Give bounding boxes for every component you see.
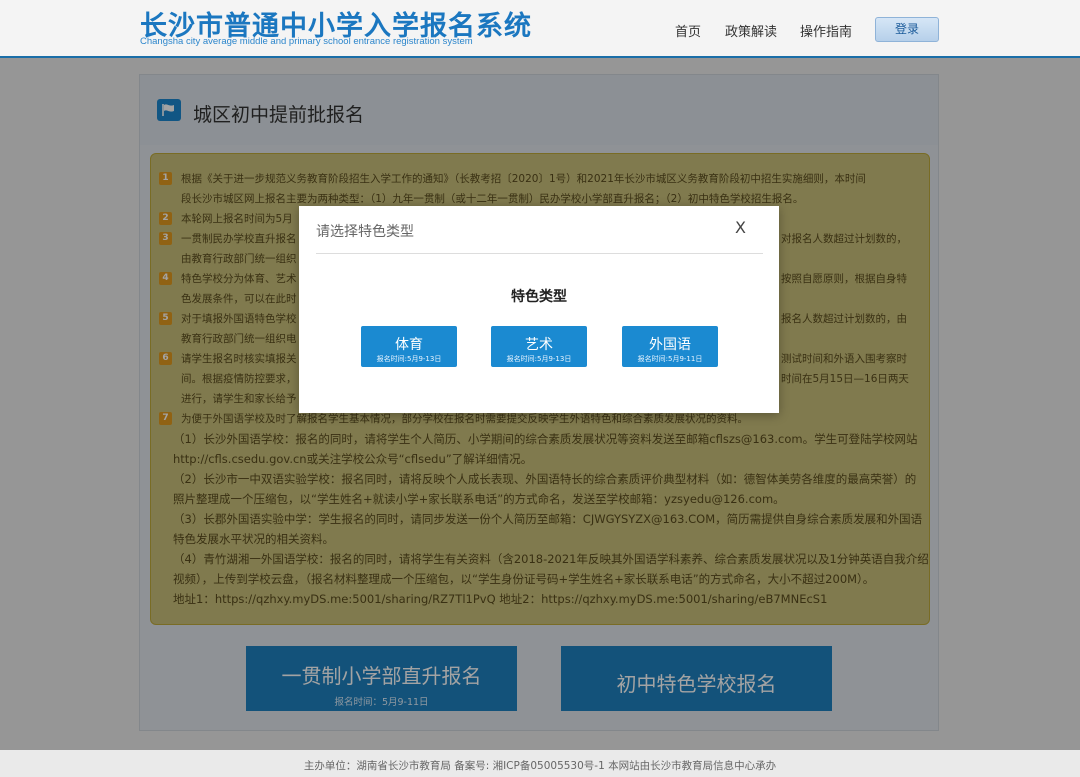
site-header: 长沙市普通中小学入学报名系统 Changsha city average mid…: [0, 0, 1080, 58]
modal-divider: [316, 253, 763, 254]
type-foreign-language-time: 报名时间:5月9-11日: [637, 355, 703, 363]
modal-title: 请选择特色类型: [316, 224, 414, 240]
site-subtitle: Changsha city average middle and primary…: [140, 36, 473, 47]
type-arts-label: 艺术: [525, 337, 553, 353]
nav-home[interactable]: 首页: [675, 21, 701, 40]
close-icon[interactable]: X: [735, 218, 746, 237]
modal-heading: 特色类型: [511, 289, 567, 305]
type-sports-time: 报名时间:5月9-13日: [376, 355, 442, 363]
type-sports-label: 体育: [395, 337, 423, 353]
type-arts-button[interactable]: 艺术 报名时间:5月9-13日: [491, 326, 587, 367]
login-button[interactable]: 登录: [875, 17, 939, 42]
type-foreign-language-button[interactable]: 外国语 报名时间:5月9-11日: [622, 326, 718, 367]
nav-policy[interactable]: 政策解读: [725, 21, 777, 40]
footer: 主办单位：湖南省长沙市教育局 备案号: 湘ICP备05005530号-1 本网站…: [0, 750, 1080, 777]
type-arts-time: 报名时间:5月9-13日: [506, 355, 572, 363]
type-sports-button[interactable]: 体育 报名时间:5月9-13日: [361, 326, 457, 367]
select-type-modal: 请选择特色类型 X 特色类型 体育 报名时间:5月9-13日 艺术 报名时间:5…: [299, 206, 779, 413]
type-foreign-language-label: 外国语: [649, 337, 691, 353]
nav-guide[interactable]: 操作指南: [800, 21, 852, 40]
